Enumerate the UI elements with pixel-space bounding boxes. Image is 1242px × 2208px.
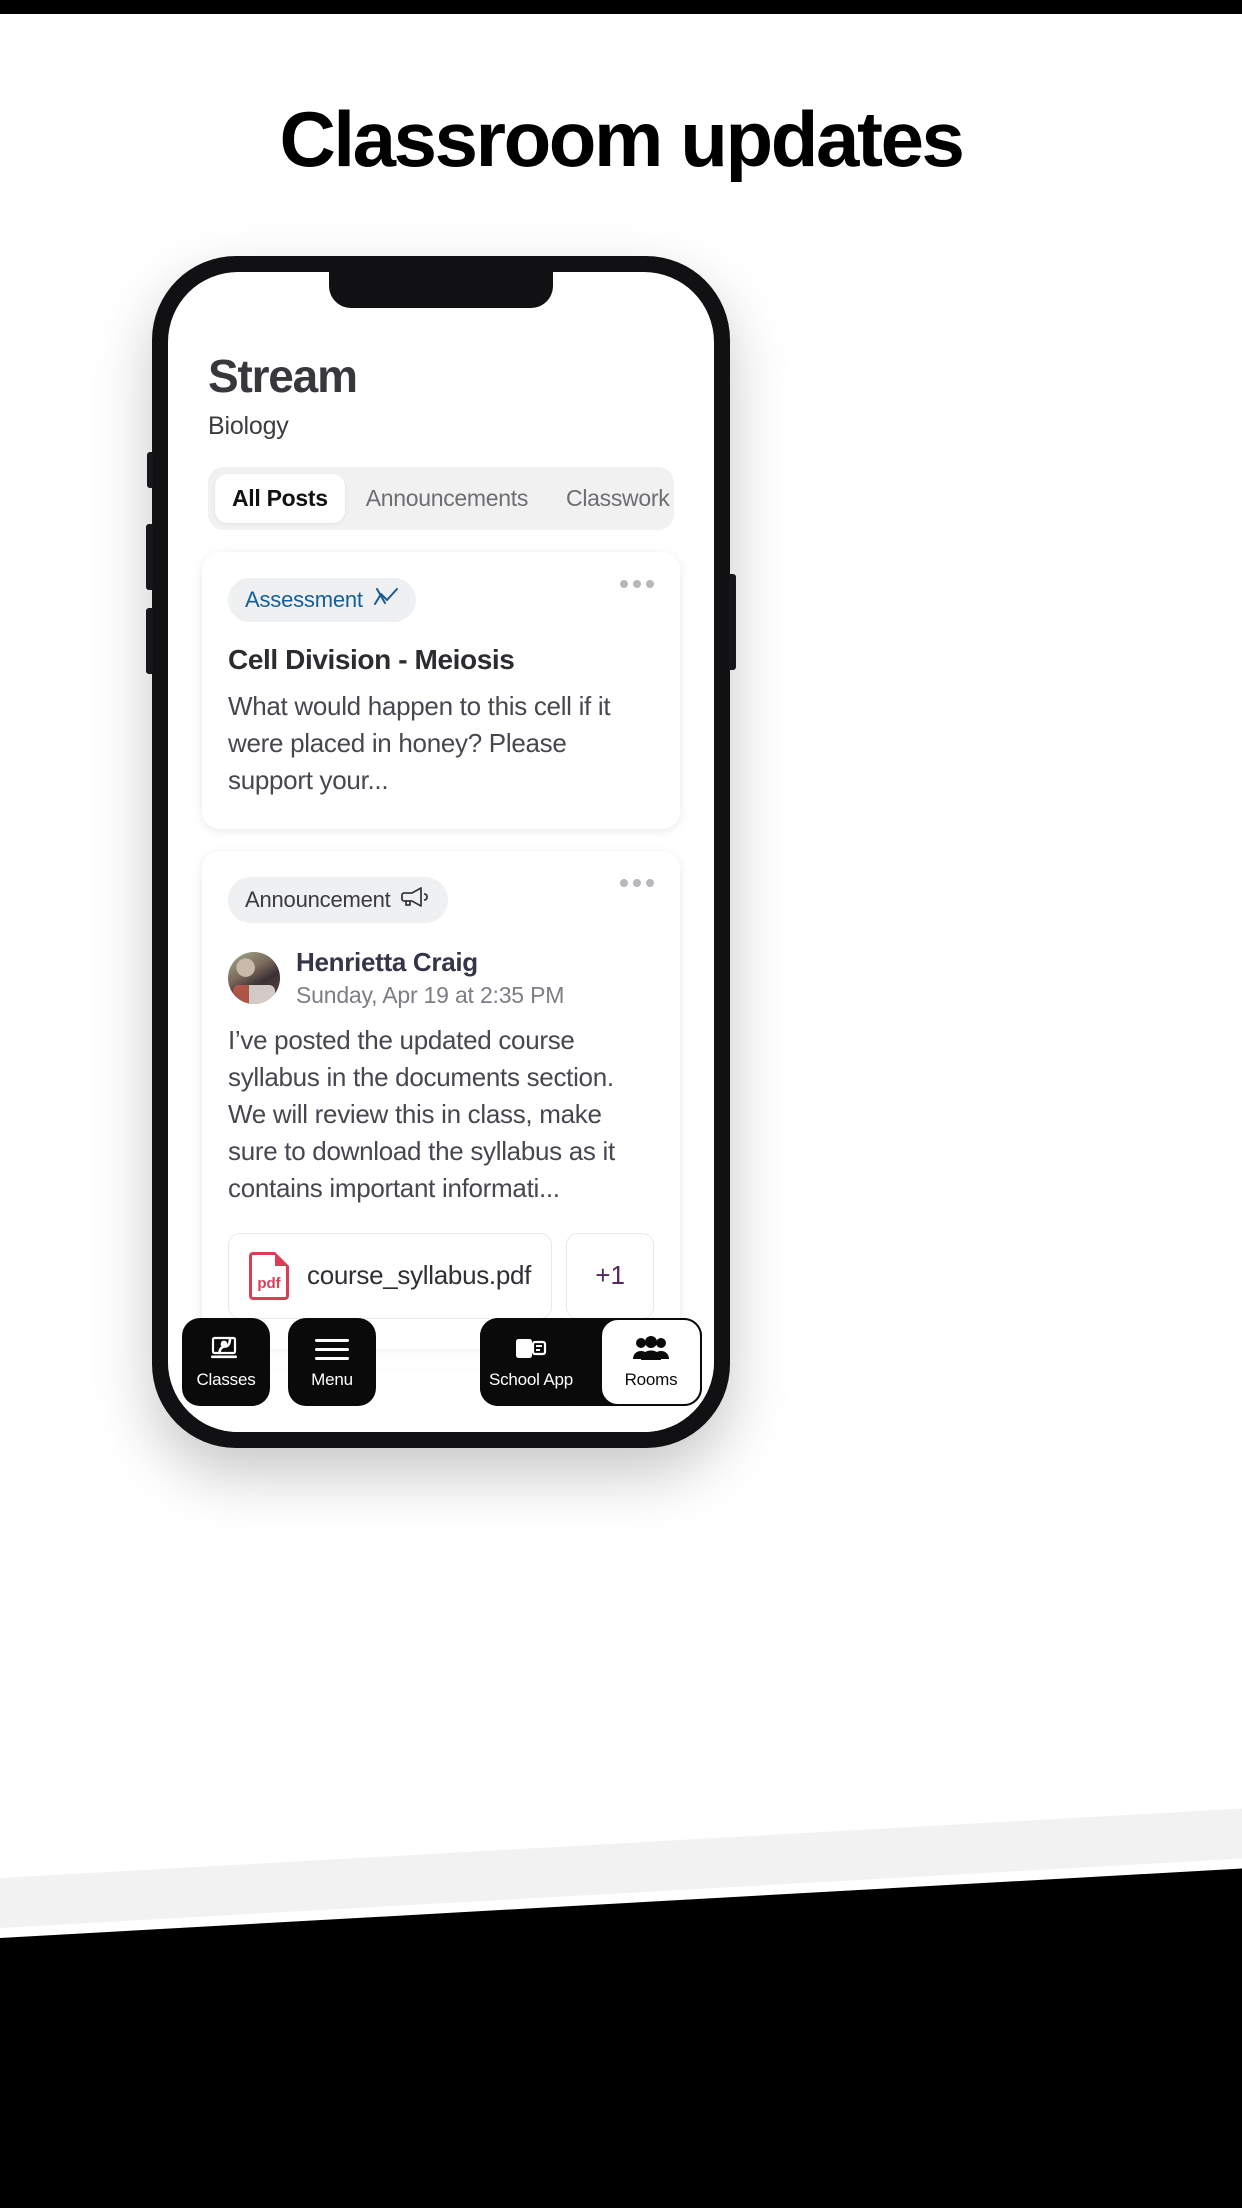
nav-group-right: School App Rooms bbox=[480, 1318, 702, 1406]
author-meta: Henrietta Craig Sunday, Apr 19 at 2:35 P… bbox=[296, 947, 564, 1010]
post-card-announcement[interactable]: Announcement Henrietta Craig Sunday, Apr… bbox=[202, 851, 680, 1349]
hamburger-icon bbox=[313, 1334, 351, 1364]
app-viewport: Stream Biology All Posts Announcements C… bbox=[168, 272, 714, 1432]
school-app-icon bbox=[512, 1334, 550, 1364]
post-badges: Announcement bbox=[228, 877, 654, 923]
author-name: Henrietta Craig bbox=[296, 947, 478, 977]
badge-assessment: Assessment bbox=[228, 578, 416, 622]
nav-item-rooms[interactable]: Rooms bbox=[600, 1318, 702, 1406]
attachment-more-button[interactable]: +1 bbox=[566, 1232, 655, 1319]
nav-item-school-app[interactable]: School App bbox=[480, 1318, 582, 1406]
people-group-icon bbox=[632, 1334, 670, 1364]
avatar bbox=[228, 952, 280, 1005]
tab-classwork[interactable]: Classwork bbox=[549, 474, 686, 523]
post-author: Henrietta Craig Sunday, Apr 19 at 2:35 P… bbox=[228, 947, 654, 1010]
badge-label: Assessment bbox=[245, 587, 363, 612]
phone-volume-up-button bbox=[146, 524, 153, 590]
pdf-file-icon: pdf bbox=[249, 1251, 289, 1300]
tab-all-posts[interactable]: All Posts bbox=[215, 474, 345, 523]
post-title: Cell Division - Meiosis bbox=[228, 644, 515, 675]
author-timestamp: Sunday, Apr 19 at 2:35 PM bbox=[296, 982, 565, 1009]
phone-silence-switch bbox=[147, 452, 153, 488]
trend-chart-icon bbox=[373, 587, 399, 613]
nav-item-classes[interactable]: Classes bbox=[182, 1318, 270, 1406]
badge-announcement: Announcement bbox=[228, 877, 448, 923]
megaphone-icon bbox=[400, 886, 431, 914]
attachment-name: course_syllabus.pdf bbox=[307, 1260, 532, 1291]
post-body: I’ve posted the updated course syllabus … bbox=[228, 1024, 615, 1203]
phone-notch bbox=[329, 272, 553, 308]
tab-announcements[interactable]: Announcements bbox=[349, 474, 545, 523]
top-black-band bbox=[0, 0, 1242, 14]
page-headline: Classroom updates bbox=[279, 95, 964, 183]
phone-volume-down-button bbox=[146, 608, 153, 674]
page-subtitle: Biology bbox=[208, 412, 289, 440]
nav-label: Rooms bbox=[624, 1370, 678, 1389]
badge-label: Announcement bbox=[245, 887, 391, 912]
post-body: What would happen to this cell if it wer… bbox=[228, 691, 611, 795]
phone-power-button bbox=[729, 574, 736, 670]
kebab-menu-icon[interactable] bbox=[620, 879, 654, 887]
nav-label: School App bbox=[488, 1370, 573, 1389]
badge-assignment: Assignment bbox=[475, 1407, 654, 1432]
phone-screen: Stream Biology All Posts Announcements C… bbox=[168, 272, 714, 1432]
stream-tab-bar: All Posts Announcements Classwork bbox=[208, 467, 674, 530]
clipboard-check-icon bbox=[615, 1416, 637, 1432]
badge-label: Assignment bbox=[492, 1418, 605, 1432]
stream-header: Stream Biology bbox=[168, 350, 714, 441]
nav-label: Menu bbox=[311, 1370, 353, 1389]
page-title: Stream bbox=[208, 350, 358, 402]
nav-group-left: Classes Menu bbox=[182, 1318, 376, 1406]
classroom-desk-icon bbox=[207, 1334, 245, 1364]
phone-mockup: Stream Biology All Posts Announcements C… bbox=[146, 256, 736, 1448]
nav-item-menu[interactable]: Menu bbox=[288, 1318, 376, 1406]
attachment-item[interactable]: pdf course_syllabus.pdf bbox=[228, 1232, 553, 1319]
post-badges: Assessment bbox=[228, 578, 654, 622]
kebab-menu-icon[interactable] bbox=[620, 580, 654, 588]
post-feed[interactable]: Assessment Cell Division - Meiosis What … bbox=[168, 552, 714, 1432]
attachment-row: pdf course_syllabus.pdf +1 bbox=[228, 1232, 655, 1319]
bottom-navigation: Classes Menu School App Rooms bbox=[182, 1318, 702, 1406]
post-card-assessment[interactable]: Assessment Cell Division - Meiosis What … bbox=[202, 552, 680, 829]
nav-label: Classes bbox=[196, 1370, 256, 1389]
bottom-black-band bbox=[0, 1948, 1242, 2208]
